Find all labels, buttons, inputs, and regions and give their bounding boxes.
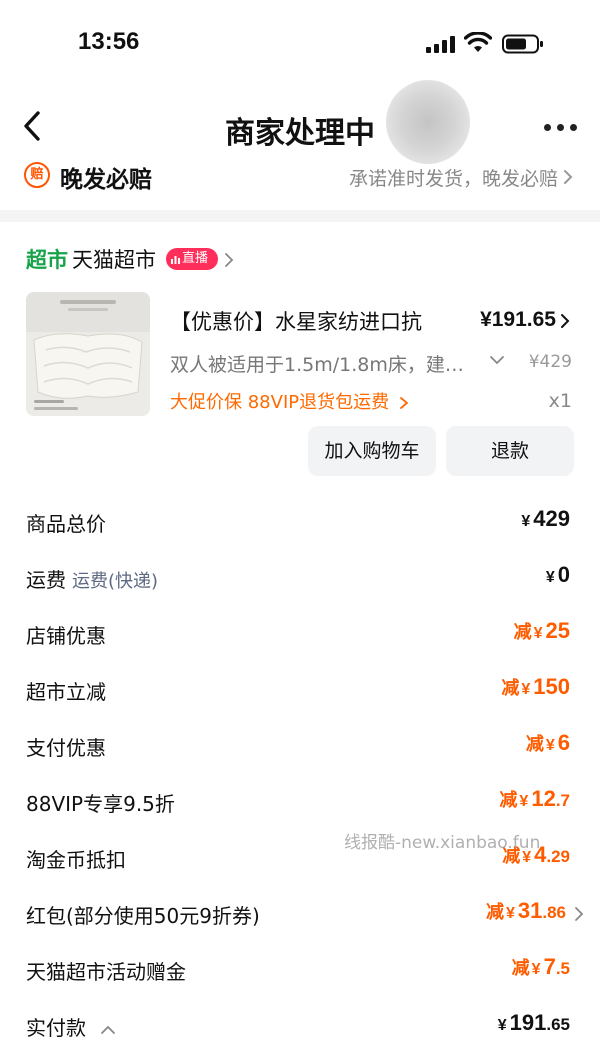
paid-label: 实付款 xyxy=(26,1012,116,1041)
total-price-value: ¥429 xyxy=(521,506,570,531)
add-to-cart-button[interactable]: 加入购物车 xyxy=(308,426,436,476)
paid-value: ¥191.65 xyxy=(497,1010,570,1035)
vip-discount-value: 减 ¥12.7 xyxy=(499,786,570,811)
red-packet-label: 红包(部分使用50元9折券) xyxy=(26,904,260,928)
market-discount-label: 超市立减 xyxy=(26,680,106,704)
compensation-row[interactable]: 赔 晚发必赔 承诺准时发货，晚发必赔 xyxy=(0,158,600,200)
total-price-label: 商品总价 xyxy=(26,512,106,536)
signal-icon xyxy=(426,36,456,53)
chevron-right-icon xyxy=(575,907,584,921)
product-image[interactable] xyxy=(26,292,150,416)
shipping-method: 运费(快递) xyxy=(72,571,159,592)
shipping-row: 运费 运费(快递) ¥0 xyxy=(0,562,600,604)
battery-icon xyxy=(502,34,543,54)
chevron-right-icon xyxy=(564,170,573,184)
vip-discount-row: 88VIP专享9.5折 减 ¥12.7 xyxy=(0,786,600,828)
refund-button[interactable]: 退款 xyxy=(446,426,574,476)
payment-discount-value: 减 ¥6 xyxy=(525,730,570,755)
promo-tags-label: 大促价保 88VIP退货包运费 xyxy=(170,392,390,413)
original-price: ¥429 xyxy=(528,352,572,372)
live-bars-icon xyxy=(171,256,180,264)
store-name: 天猫超市 xyxy=(72,248,156,272)
product-spec[interactable]: 双人被适用于1.5m/1.8m床，建… xyxy=(170,350,464,377)
payment-discount-row: 支付优惠 减 ¥6 xyxy=(0,730,600,772)
gift-money-label: 天猫超市活动赠金 xyxy=(26,960,186,984)
payment-discount-label: 支付优惠 xyxy=(26,736,106,760)
nav-bar: 商家处理中 xyxy=(0,90,600,162)
taojinbi-label: 淘金币抵扣 xyxy=(26,848,126,872)
compensation-badge: 赔 xyxy=(24,162,50,188)
live-badge-label: 直播 xyxy=(182,251,209,266)
status-time: 13:56 xyxy=(78,28,140,55)
watermark: 线报酷-new.xianbao.fun xyxy=(344,833,541,853)
floating-assistive-button[interactable] xyxy=(386,80,470,164)
total-price-row: 商品总价 ¥429 xyxy=(0,506,600,548)
vip-discount-label: 88VIP专享9.5折 xyxy=(26,792,175,816)
store-tag: 超市 xyxy=(26,248,68,272)
wifi-icon xyxy=(464,32,492,52)
red-packet-value: 减 ¥31.86 xyxy=(485,898,566,923)
product-duvet-image xyxy=(26,292,150,416)
store-header[interactable]: 超市 天猫超市 直播 xyxy=(0,242,600,278)
compensation-title: 晚发必赔 xyxy=(60,167,152,193)
product-price: ¥191.65 xyxy=(480,308,556,331)
promo-tags[interactable]: 大促价保 88VIP退货包运费 xyxy=(170,388,409,414)
chevron-right-icon[interactable] xyxy=(560,313,570,329)
store-discount-row: 店铺优惠 减 ¥25 xyxy=(0,618,600,660)
shipping-value: ¥0 xyxy=(545,562,570,587)
store-discount-label: 店铺优惠 xyxy=(26,624,106,648)
quantity: x1 xyxy=(548,390,572,412)
store-discount-value: 减 ¥25 xyxy=(513,618,570,643)
gift-money-row: 天猫超市活动赠金 减 ¥7.5 xyxy=(0,954,600,996)
market-discount-row: 超市立减 减 ¥150 xyxy=(0,674,600,716)
chevron-up-icon[interactable] xyxy=(100,1025,116,1035)
more-icon[interactable] xyxy=(540,124,580,134)
compensation-desc: 承诺准时发货，晚发必赔 xyxy=(348,168,558,190)
chevron-right-icon xyxy=(399,397,409,409)
chevron-down-icon[interactable] xyxy=(488,354,506,366)
red-packet-row[interactable]: 红包(部分使用50元9折券) 减 ¥31.86 xyxy=(0,898,600,940)
chevron-right-icon xyxy=(225,253,234,267)
shipping-label: 运费 运费(快递) xyxy=(26,568,159,592)
gift-money-value: 减 ¥7.5 xyxy=(511,954,570,979)
page-title: 商家处理中 xyxy=(225,116,375,151)
product-title[interactable]: 【优惠价】水星家纺进口抗 xyxy=(170,306,422,336)
market-discount-value: 减 ¥150 xyxy=(501,674,570,699)
status-bar: 13:56 xyxy=(0,0,600,90)
live-badge: 直播 xyxy=(166,248,218,270)
section-divider xyxy=(0,210,600,222)
paid-row[interactable]: 实付款 ¥191.65 xyxy=(0,1010,600,1052)
